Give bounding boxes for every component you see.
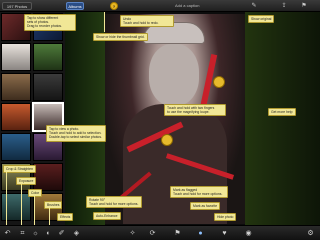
background-foliage <box>245 12 320 225</box>
thumbnail[interactable] <box>33 73 63 101</box>
tooltip-undo: Undo Touch and hold to redo. <box>120 15 174 28</box>
help-button[interactable]: ? <box>110 2 118 10</box>
gear-icon[interactable]: ⚙ <box>306 229 315 238</box>
wand-icon[interactable]: ✧ <box>128 229 137 238</box>
caption-field[interactable]: Add a caption <box>175 2 235 10</box>
background-foliage <box>65 12 105 225</box>
thumbnail[interactable] <box>1 133 31 161</box>
heart-icon[interactable]: ♥ <box>220 229 229 238</box>
tooltip-auto-enhance: Auto-Enhance <box>93 212 121 221</box>
effects-icon[interactable]: ◈ <box>72 229 81 238</box>
tooltip-favorite: Mark as favorite <box>190 202 221 211</box>
loupe-handle[interactable] <box>161 134 173 146</box>
tooltip-magnifier: Touch and hold with two fingers to use t… <box>164 104 226 117</box>
bottom-toolbar: ↶ ⌗ ☼ ◐ ✐ ◈ ✧ ⟳ ⚑ ● ♥ ◉ ⚙ <box>0 225 320 240</box>
tooltip-brushes: Brushes <box>44 201 63 210</box>
tooltip-more-help: Get more help <box>268 108 296 117</box>
tooltip-effects: Effects <box>57 213 74 222</box>
tooltip-color: Color <box>28 189 43 198</box>
flag-icon[interactable]: ⚑ <box>300 2 308 10</box>
tooltip-flagged: Mark as flagged Touch and hold for more … <box>170 186 228 199</box>
thumbnail[interactable] <box>1 103 31 131</box>
crop-icon[interactable]: ⌗ <box>18 229 27 238</box>
loupe-handle[interactable] <box>213 76 225 88</box>
flag-icon[interactable]: ⚑ <box>173 229 182 238</box>
thumbnail[interactable] <box>1 43 31 71</box>
back-to-photos-button[interactable]: 197 Photos <box>2 2 32 10</box>
tooltip-show-original: Show original <box>248 15 275 24</box>
tooltip-hide: Hide photo <box>214 213 237 222</box>
tooltip-thumbnail-sets: Tap to show different sets of photos. Dr… <box>24 14 76 31</box>
undo-icon[interactable]: ↶ <box>3 229 12 238</box>
tooltip-grid-toggle: Show or hide the thumbnail grid. <box>93 33 148 42</box>
exposure-icon[interactable]: ☼ <box>31 229 40 238</box>
compare-icon[interactable]: ● <box>196 229 205 238</box>
tooltip-select-photo: Tap to view a photo. Touch and hold to a… <box>46 125 106 142</box>
color-icon[interactable]: ◐ <box>44 229 53 238</box>
brush-icon[interactable]: ✎ <box>250 2 258 10</box>
thumbnail[interactable] <box>1 73 31 101</box>
eye-icon[interactable]: ◉ <box>244 229 253 238</box>
thumbnail[interactable] <box>33 43 63 71</box>
tooltip-exposure: Exposure <box>16 177 37 186</box>
top-toolbar: 197 Photos Albums ? Add a caption ✎ ⇪ ⚑ <box>0 0 320 12</box>
brushes-icon[interactable]: ✐ <box>57 229 66 238</box>
share-icon[interactable]: ⇪ <box>280 2 288 10</box>
thumbnail[interactable] <box>33 163 63 191</box>
tooltip-rotate: Rotate 90° Touch and hold for more optio… <box>86 196 142 209</box>
tooltip-crop: Crop & Straighten <box>3 165 36 174</box>
albums-button[interactable]: Albums <box>66 2 84 10</box>
rotate-icon[interactable]: ⟳ <box>148 229 157 238</box>
